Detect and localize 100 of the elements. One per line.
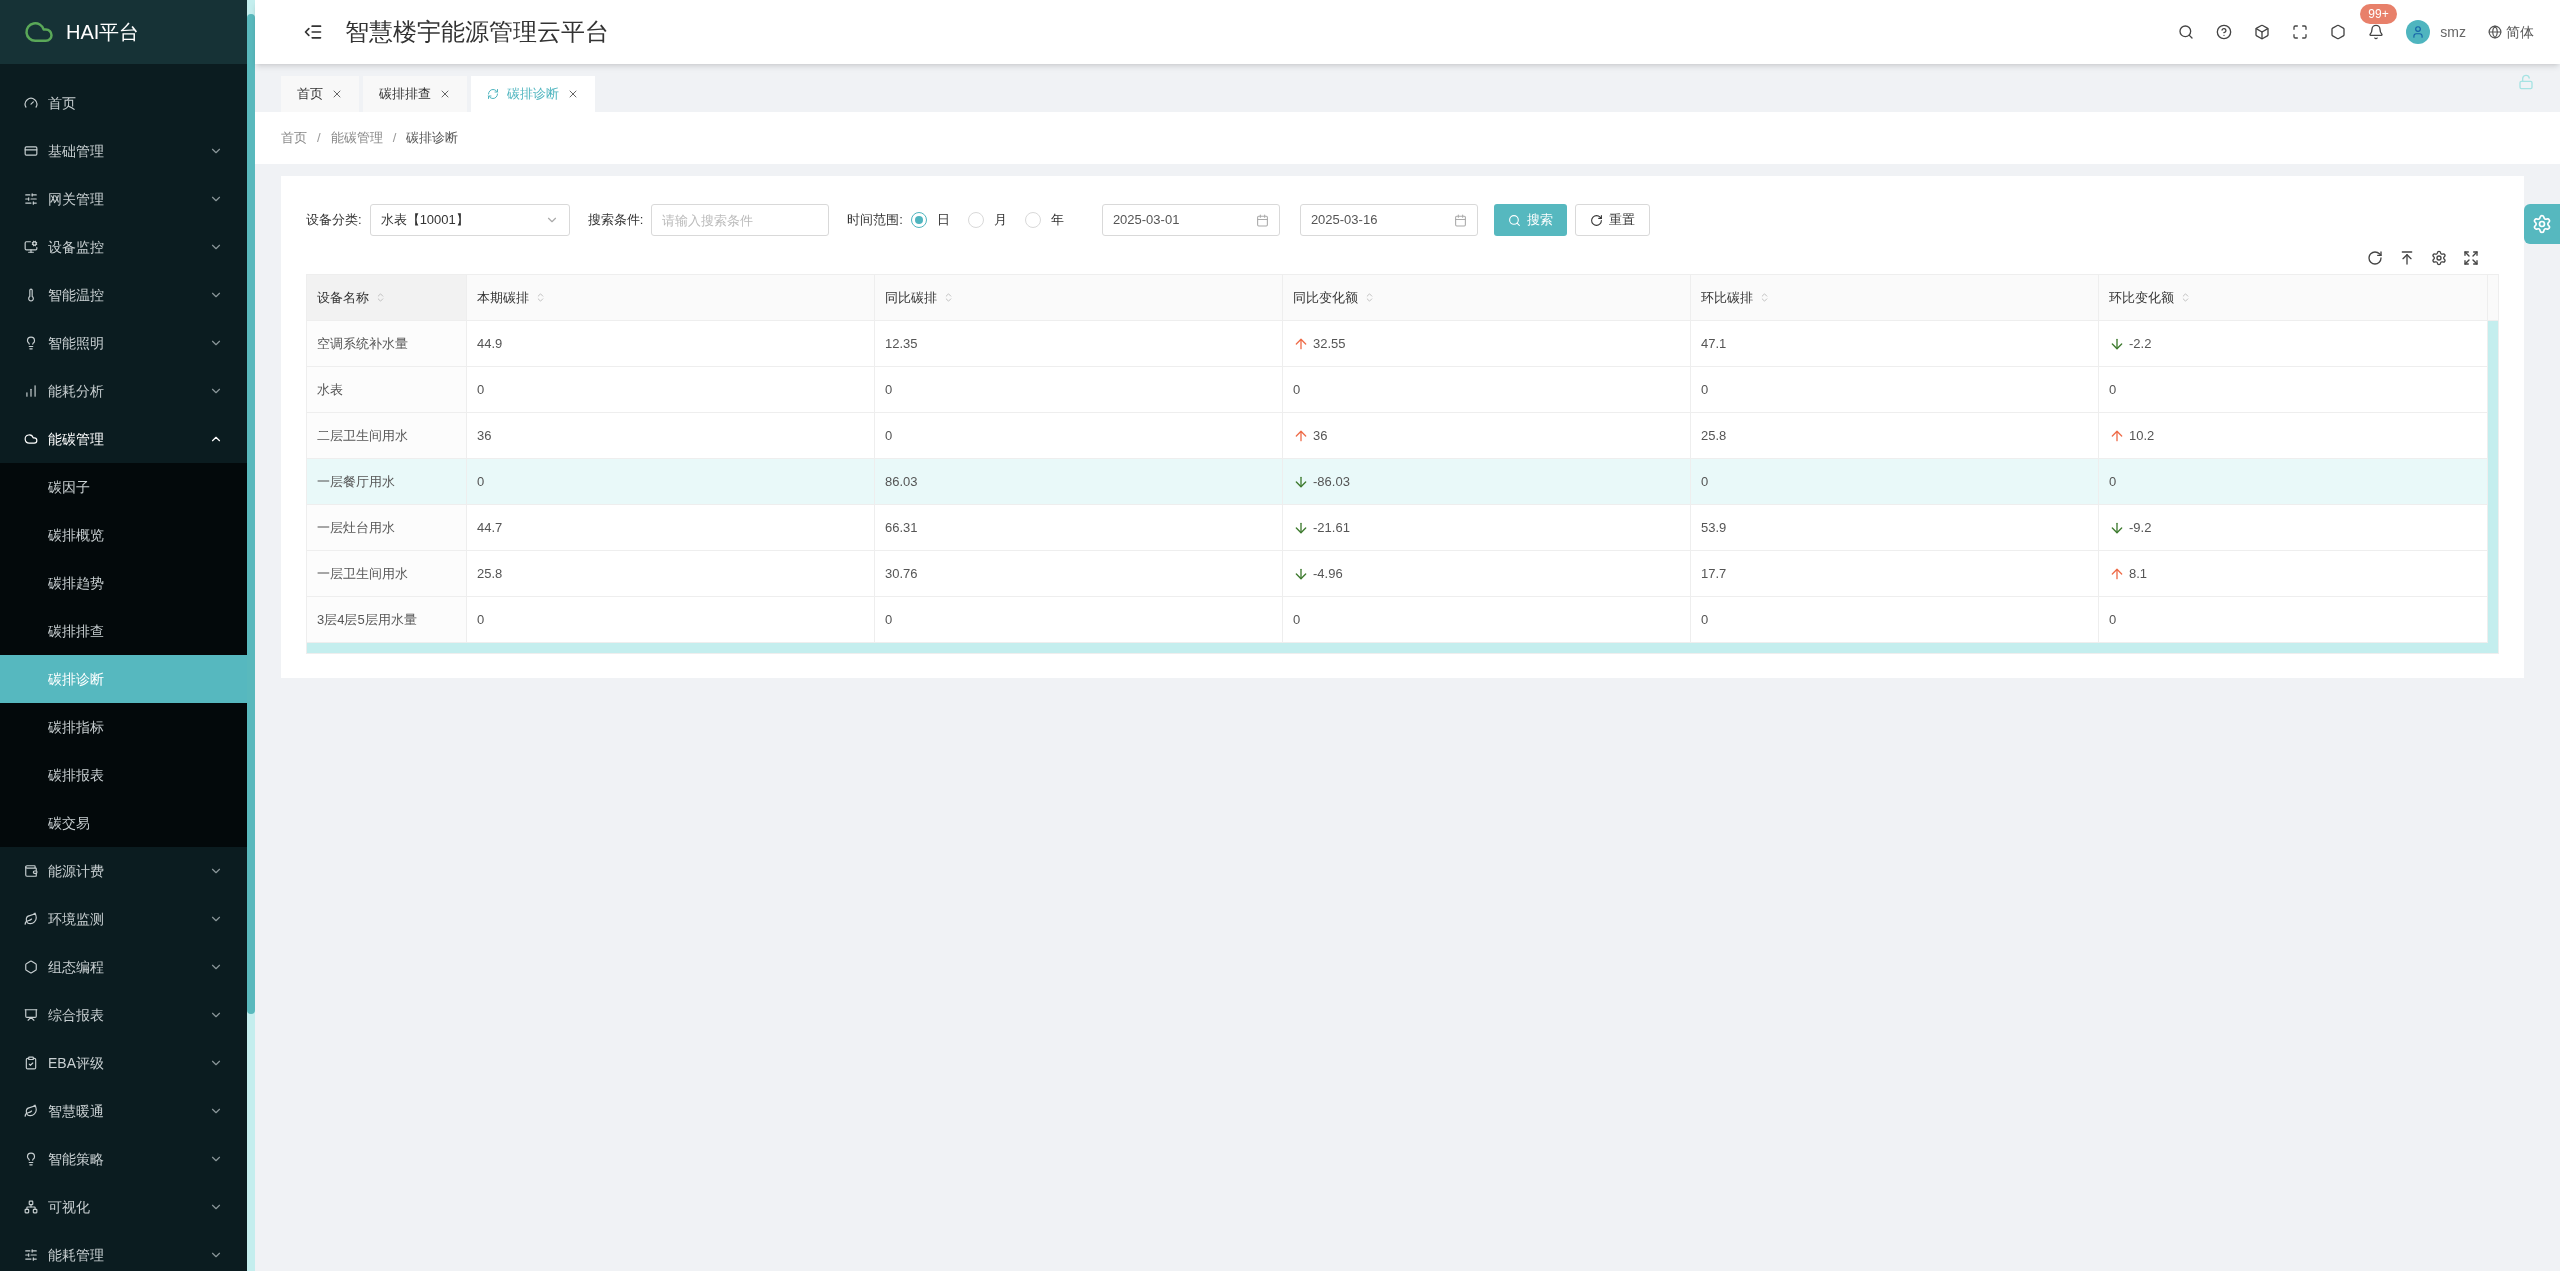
sort-icon <box>535 292 546 303</box>
submenu-item[interactable]: 碳排排查 <box>0 607 247 655</box>
fullscreen-icon[interactable] <box>2463 250 2479 266</box>
submenu-item[interactable]: 碳因子 <box>0 463 247 511</box>
range-radio[interactable]: 年 <box>1024 210 1064 230</box>
sort-icon <box>943 292 954 303</box>
page-tab[interactable]: 碳排排查 <box>363 76 467 112</box>
breadcrumb-link[interactable]: 能碳管理 <box>330 128 383 148</box>
close-icon[interactable] <box>331 88 343 100</box>
export-icon[interactable] <box>2399 250 2415 266</box>
table-cell: 86.03 <box>875 459 1283 504</box>
sidebar-item[interactable]: 能耗管理 <box>0 1231 247 1271</box>
lightbulb-icon <box>24 336 38 350</box>
brand-title: HAI平台 <box>66 20 140 45</box>
submenu-item[interactable]: 碳排趋势 <box>0 559 247 607</box>
menu-toggle-icon[interactable] <box>303 22 323 42</box>
sidebar-item[interactable]: 环境监测 <box>0 895 247 943</box>
range-radio[interactable]: 月 <box>967 210 1007 230</box>
refresh-icon[interactable] <box>2367 250 2383 266</box>
sidebar-item[interactable]: 基础管理 <box>0 127 247 175</box>
table-cell: 17.7 <box>1691 551 2099 596</box>
category-select[interactable]: 水表【10001】 <box>369 204 570 236</box>
help-icon[interactable] <box>2216 24 2233 40</box>
bell-icon[interactable] <box>2368 24 2385 40</box>
submenu-item[interactable]: 碳排报表 <box>0 751 247 799</box>
table-cell: 0 <box>467 597 875 642</box>
table-cell: 0 <box>875 367 1283 412</box>
sidebar-item[interactable]: 可视化 <box>0 1183 247 1231</box>
filter-label: 时间范围: <box>847 211 903 230</box>
submenu-item[interactable]: 碳排概览 <box>0 511 247 559</box>
table-cell: 47.1 <box>1691 321 2099 366</box>
range-radio[interactable]: 日 <box>910 210 950 230</box>
horizontal-scrollbar[interactable] <box>307 643 2498 653</box>
table-row[interactable]: 一层餐厅用水 0 86.03 -86.03 0 0 <box>307 459 2488 505</box>
column-header[interactable]: 同比碳排 <box>875 275 1283 320</box>
search-icon[interactable] <box>2178 24 2195 40</box>
sidebar-item[interactable]: 智能策略 <box>0 1135 247 1183</box>
column-header[interactable]: 环比变化额 <box>2099 275 2488 320</box>
filter-label: 设备分类: <box>306 211 362 230</box>
table-row[interactable]: 一层灶台用水 44.7 66.31 -21.61 53.9 -9.2 <box>307 505 2488 551</box>
cube-icon[interactable] <box>2254 24 2271 40</box>
table-row[interactable]: 3层4层5层用水量 0 0 0 0 0 <box>307 597 2488 643</box>
table-cell: 25.8 <box>467 551 875 596</box>
language-menu[interactable]: 简体 <box>2488 21 2534 43</box>
column-header[interactable]: 环比碳排 <box>1691 275 2099 320</box>
submenu-item[interactable]: 碳交易 <box>0 799 247 847</box>
close-icon[interactable] <box>439 88 451 100</box>
card-icon <box>24 144 38 158</box>
reset-button[interactable]: 重置 <box>1574 204 1650 236</box>
sidebar-item[interactable]: 智能照明 <box>0 319 247 367</box>
user-name[interactable]: smz <box>2440 21 2466 43</box>
table-cell: 53.9 <box>1691 505 2099 550</box>
table-cell: -21.61 <box>1283 505 1691 550</box>
table-cell: -86.03 <box>1283 459 1691 504</box>
avatar[interactable] <box>2406 20 2431 44</box>
table-row[interactable]: 一层卫生间用水 25.8 30.76 -4.96 17.7 8.1 <box>307 551 2488 597</box>
table-cell: 0 <box>467 367 875 412</box>
column-header[interactable]: 本期碳排 <box>467 275 875 320</box>
search-input[interactable]: 请输入搜索条件 <box>651 204 830 236</box>
sidebar-item[interactable]: 综合报表 <box>0 991 247 1039</box>
filter-label: 搜索条件: <box>587 211 644 230</box>
table-cell: 0 <box>1691 597 2099 642</box>
table-row[interactable]: 水表 0 0 0 0 0 <box>307 367 2488 413</box>
table-cell: -4.96 <box>1283 551 1691 596</box>
sidebar-item[interactable]: 首页 <box>0 79 247 127</box>
table-cell: 32.55 <box>1283 321 1691 366</box>
page-tab[interactable]: 首页 <box>281 76 359 112</box>
date-field[interactable]: 2025-03-01 <box>1101 204 1280 236</box>
vertical-scrollbar[interactable] <box>2488 321 2498 643</box>
sidebar-item[interactable]: EBA评级 <box>0 1039 247 1087</box>
table-row[interactable]: 空调系统补水量 44.9 12.35 32.55 47.1 -2.2 <box>307 321 2488 367</box>
sidebar-item[interactable]: 网关管理 <box>0 175 247 223</box>
refresh-icon <box>1589 213 1603 227</box>
column-header[interactable]: 同比变化额 <box>1283 275 1691 320</box>
sidebar-item[interactable]: 设备监控 <box>0 223 247 271</box>
sidebar-item[interactable]: 能耗分析 <box>0 367 247 415</box>
date-field[interactable]: 2025-03-16 <box>1299 204 1478 236</box>
column-header[interactable]: 设备名称 <box>307 275 467 320</box>
submenu-item[interactable]: 碳排指标 <box>0 703 247 751</box>
page-title: 智慧楼宇能源管理云平台 <box>345 17 610 47</box>
sidebar-item[interactable]: 组态编程 <box>0 943 247 991</box>
scrollbar[interactable] <box>247 0 255 1271</box>
breadcrumb-separator: / <box>391 129 398 148</box>
sidebar-item[interactable]: 智慧暖通 <box>0 1087 247 1135</box>
breadcrumb-separator: / <box>316 129 322 148</box>
sidebar-item[interactable]: 智能温控 <box>0 271 247 319</box>
sliders-icon <box>24 1248 38 1262</box>
sidebar-item[interactable]: 能碳管理 <box>0 415 247 463</box>
sort-icon <box>2180 292 2191 303</box>
settings-icon[interactable] <box>2431 250 2447 266</box>
hexagon-icon[interactable] <box>2330 24 2347 40</box>
fullscreen-icon[interactable] <box>2292 24 2309 40</box>
close-icon[interactable] <box>567 88 579 100</box>
hexagon-icon <box>24 960 38 974</box>
table-cell: 44.9 <box>467 321 875 366</box>
table-cell: 0 <box>1691 367 2099 412</box>
sidebar-item[interactable]: 能源计费 <box>0 847 247 895</box>
breadcrumb-link[interactable]: 首页 <box>281 128 307 148</box>
table-row[interactable]: 二层卫生间用水 36 0 36 25.8 10.2 <box>307 413 2488 459</box>
table-cell: 36 <box>467 413 875 458</box>
